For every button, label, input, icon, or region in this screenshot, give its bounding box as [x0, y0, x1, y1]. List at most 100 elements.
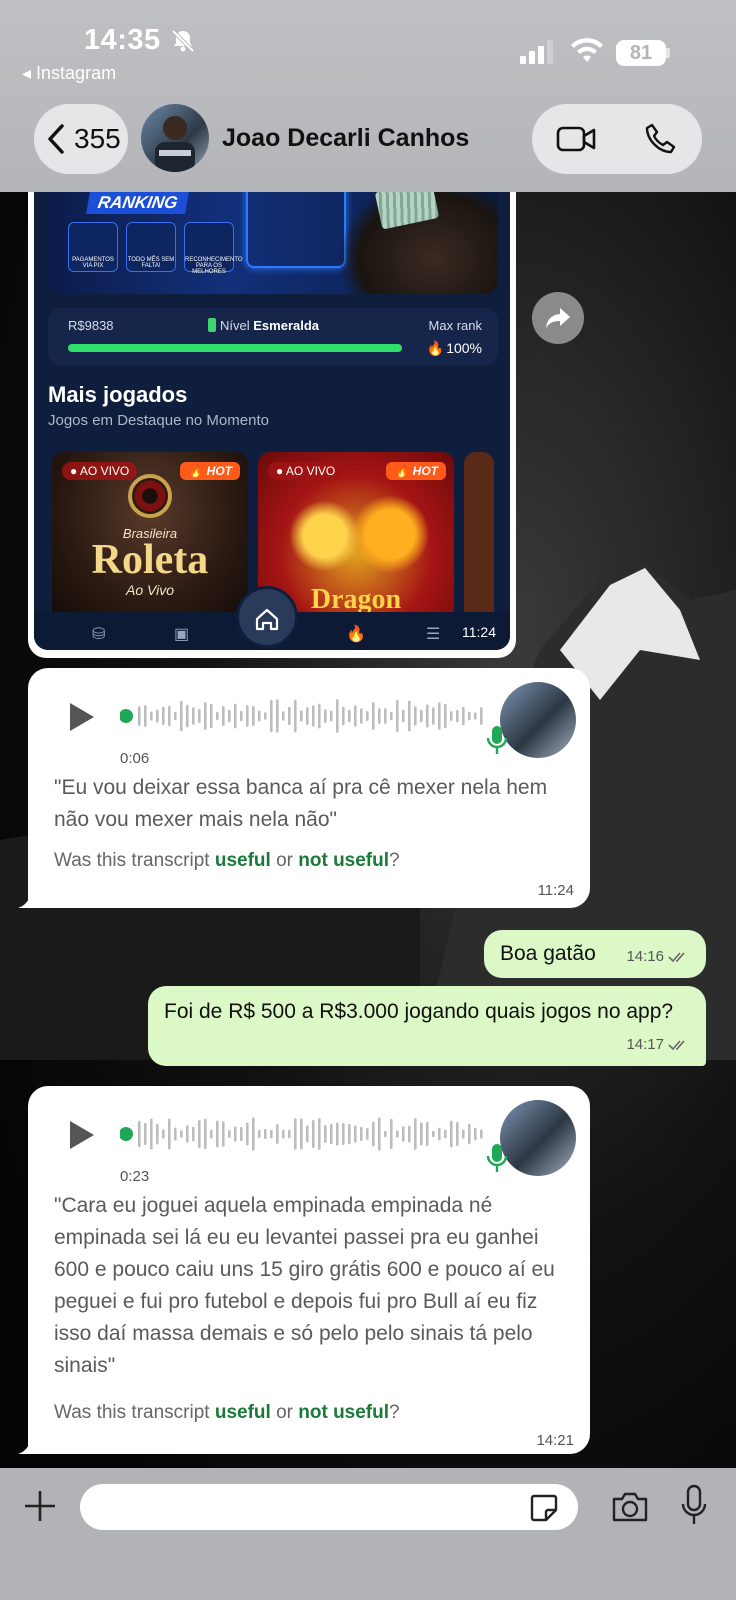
sender-avatar	[500, 682, 576, 758]
waveform-bar	[456, 709, 459, 723]
waveform-bar	[138, 706, 141, 726]
game-card-partial	[464, 452, 494, 622]
waveform-bar	[396, 1130, 399, 1138]
waveform-bar	[294, 1118, 297, 1150]
useful-link[interactable]: useful	[215, 1402, 271, 1423]
waveform-bar	[480, 707, 483, 725]
playhead-dot[interactable]	[120, 709, 133, 723]
ranking-tag: RANKING	[86, 192, 190, 214]
roulette-wheel-art	[128, 474, 172, 518]
voice-message: 0:23 "Cara eu joguei aquela empinada emp…	[18, 1086, 590, 1454]
waveform-bar	[378, 1117, 381, 1151]
contact-avatar[interactable]	[141, 104, 209, 172]
waveform-bar	[258, 710, 261, 722]
message-time: 11:24	[462, 624, 496, 640]
waveform-bar	[312, 705, 315, 727]
home-nav-button	[236, 586, 298, 648]
video-call-icon[interactable]	[556, 124, 596, 154]
contact-name[interactable]: Joao Decarli Canhos	[222, 124, 469, 153]
mic-icon	[486, 726, 508, 754]
useful-link[interactable]: useful	[215, 850, 271, 871]
image-message[interactable]: RANKING PAGAMENTOS VIA PIX TODO MÊS SEM …	[28, 170, 516, 658]
app-screenshot: RANKING PAGAMENTOS VIA PIX TODO MÊS SEM …	[34, 176, 510, 650]
play-icon[interactable]	[66, 700, 96, 734]
waveform-bar	[450, 1120, 453, 1148]
home-icon	[255, 608, 279, 631]
waveform-bar	[420, 709, 423, 723]
waveform-bar	[216, 711, 219, 721]
battery-tip	[666, 48, 670, 58]
outgoing-message: Boa gatão 14:16	[484, 930, 706, 978]
waveform-bar	[402, 1126, 405, 1142]
sticker-icon[interactable]	[528, 1492, 560, 1524]
waveform-bar	[342, 1122, 345, 1146]
waveform-bar	[318, 1118, 321, 1150]
camera-icon[interactable]	[610, 1490, 650, 1524]
sender-avatar	[500, 1100, 576, 1176]
not-useful-link[interactable]: not useful	[298, 850, 389, 871]
banner-icons: PAGAMENTOS VIA PIX TODO MÊS SEM FALTA! R…	[68, 222, 243, 275]
waveform-bar	[312, 1120, 315, 1148]
not-useful-link[interactable]: not useful	[298, 1402, 389, 1423]
waveform-bar	[318, 703, 321, 729]
read-ticks-icon	[668, 1040, 685, 1051]
waveform-bar	[156, 1123, 159, 1145]
waveform-bar	[432, 707, 435, 725]
transcript-feedback: Was this transcript useful or not useful…	[54, 1402, 400, 1423]
waveform-bar	[288, 706, 291, 726]
mic-icon	[486, 1144, 508, 1172]
waveform-bar	[426, 1121, 429, 1147]
waveform-bar	[450, 711, 453, 721]
rank-progress-fill	[68, 344, 402, 352]
waveform-bar	[204, 702, 207, 730]
forward-button[interactable]	[532, 292, 584, 344]
flame-nav-icon: 🔥	[346, 626, 366, 643]
menu-icon: ☰	[426, 626, 441, 643]
waveform-bar	[150, 711, 153, 721]
waveform-bar	[186, 1125, 189, 1143]
message-input[interactable]	[80, 1484, 578, 1530]
waveform-bar	[396, 700, 399, 732]
waveform-bar	[444, 703, 447, 729]
audio-waveform[interactable]	[120, 690, 492, 742]
message-text: Foi de R$ 500 a R$3.000 jogando quais jo…	[164, 1000, 674, 1023]
live-tag: ● AO VIVO	[62, 462, 138, 480]
waveform-bar	[300, 710, 303, 722]
audio-waveform[interactable]	[120, 1108, 492, 1160]
microphone-icon[interactable]	[680, 1484, 708, 1526]
waveform-bar	[306, 707, 309, 725]
outgoing-message: Foi de R$ 500 a R$3.000 jogando quais jo…	[148, 986, 706, 1066]
plus-icon[interactable]	[22, 1488, 58, 1524]
ranking-banner: RANKING PAGAMENTOS VIA PIX TODO MÊS SEM …	[48, 176, 498, 294]
playhead-dot[interactable]	[120, 1127, 133, 1141]
waveform-bar	[372, 702, 375, 730]
waveform-bar	[240, 710, 243, 722]
games-icon: ▣	[174, 626, 190, 643]
back-to-instagram-link[interactable]: ◂ Instagram	[22, 63, 116, 84]
waveform-bar	[186, 704, 189, 728]
waveform-bar	[360, 708, 363, 724]
section-title: Mais jogados	[48, 382, 188, 407]
message-time: 14:21	[536, 1432, 574, 1449]
game-posttitle: Ao Vivo	[126, 582, 174, 598]
play-icon[interactable]	[66, 1118, 96, 1152]
pix-payment-icon: PAGAMENTOS VIA PIX	[68, 222, 118, 272]
waveform-bar	[228, 1130, 231, 1138]
phone-call-icon[interactable]	[644, 122, 678, 156]
waveform-bar	[252, 706, 255, 726]
live-tag: ● AO VIVO	[268, 462, 344, 480]
chat-header: 14:35 ◂ Instagram 81 355 Joao Decarli Ca…	[0, 0, 736, 192]
rank-progress-bar	[68, 344, 402, 352]
coins-icon: ⛁	[92, 626, 106, 643]
back-button[interactable]: 355	[34, 104, 128, 174]
waveform-bar	[294, 699, 297, 733]
waveform-bar	[342, 706, 345, 726]
waveform-bar	[222, 706, 225, 726]
waveform-bar	[390, 711, 393, 721]
waveform-bar	[234, 1126, 237, 1142]
audio-duration: 0:23	[120, 1168, 150, 1185]
waveform-bar	[462, 706, 465, 726]
waveform-bar	[168, 705, 171, 727]
waveform-bar	[336, 1122, 339, 1146]
message-meta: 14:17	[626, 1036, 690, 1053]
